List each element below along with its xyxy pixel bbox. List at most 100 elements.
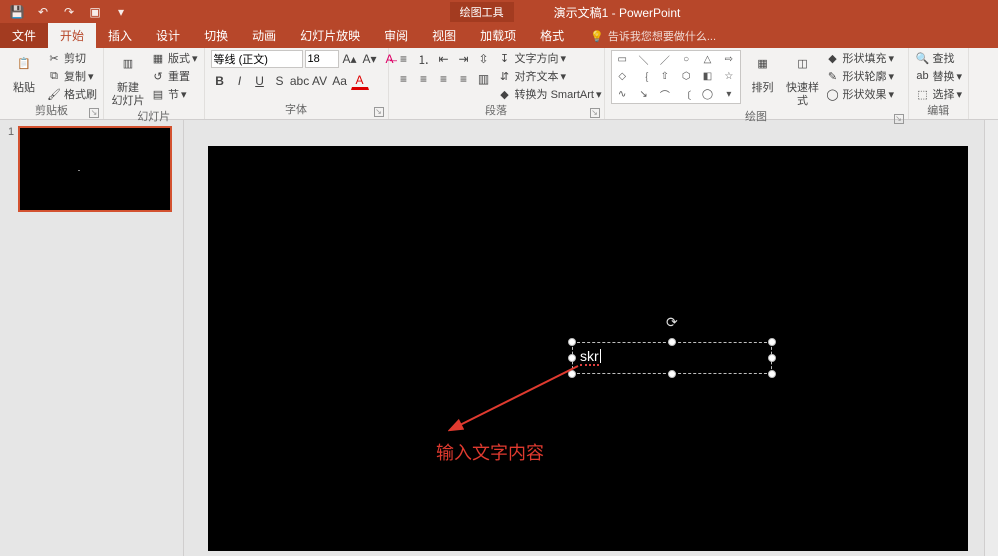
shape-effects-button[interactable]: ◯形状效果▾ (825, 86, 895, 102)
resize-handle-nw[interactable] (568, 338, 576, 346)
undo-icon: ↶ (38, 5, 48, 19)
font-launcher[interactable]: ↘ (374, 107, 384, 117)
tab-addins[interactable]: 加载项 (468, 23, 528, 48)
font-size-input[interactable] (305, 50, 339, 68)
chevron-down-icon: ▾ (181, 88, 187, 101)
copy-button[interactable]: ⧉复制▾ (46, 68, 97, 84)
resize-handle-n[interactable] (668, 338, 676, 346)
replace-icon: ab (915, 68, 931, 84)
play-icon: ▣ (89, 5, 100, 19)
tab-animations[interactable]: 动画 (240, 23, 288, 48)
shapes-gallery[interactable]: ▭＼／○△⇨ ◇｛⇧⬡◧☆ ∿↘⌒〔◯▾ (611, 50, 741, 104)
shape-diamond-icon: ◇ (612, 68, 633, 85)
select-button[interactable]: ⬚选择▾ (915, 86, 963, 102)
resize-handle-se[interactable] (768, 370, 776, 378)
shape-arrowr-icon: ⇨ (718, 51, 739, 68)
gallery-more-icon[interactable]: ▾ (718, 86, 739, 103)
save-icon: 💾 (10, 5, 25, 19)
tab-insert[interactable]: 插入 (96, 23, 144, 48)
shape-connector-icon: ↘ (633, 86, 654, 103)
group-clipboard: 📋 粘贴 ✂剪切 ⧉复制▾ 🖌格式刷 剪贴板↘ (0, 48, 104, 119)
layout-button[interactable]: ▦版式▾ (150, 50, 198, 66)
redo-icon: ↷ (64, 5, 74, 19)
tab-home[interactable]: 开始 (48, 23, 96, 48)
slide-thumbnail-panel[interactable]: 1 (0, 120, 184, 556)
arrange-button[interactable]: ▦ 排列 (745, 50, 781, 95)
annotation-label: 输入文字内容 (436, 439, 544, 465)
start-from-beginning-button[interactable]: ▣ (84, 2, 106, 22)
change-case-button[interactable]: Aa (331, 72, 349, 90)
font-color-button[interactable]: A (351, 72, 369, 90)
layout-icon: ▦ (150, 50, 166, 66)
align-right-button[interactable]: ≡ (435, 70, 453, 88)
thumbnail-preview[interactable] (18, 126, 172, 212)
shape-line2-icon: ／ (654, 51, 675, 68)
section-button[interactable]: ▤节▾ (150, 86, 198, 102)
tell-me-search[interactable]: 💡 告诉我您想要做什么... (590, 28, 716, 48)
bold-button[interactable]: B (211, 72, 229, 90)
save-button[interactable]: 💾 (6, 2, 28, 22)
increase-indent-button[interactable]: ⇥ (455, 50, 473, 68)
cut-button[interactable]: ✂剪切 (46, 50, 97, 66)
clipboard-launcher[interactable]: ↘ (89, 108, 99, 118)
grow-font-button[interactable]: A▴ (341, 50, 359, 68)
lightbulb-icon: 💡 (590, 30, 604, 43)
shape-fill-button[interactable]: ◆形状填充▾ (825, 50, 895, 66)
paste-button[interactable]: 📋 粘贴 (6, 50, 42, 95)
new-slide-button[interactable]: ▥ 新建 幻灯片 (110, 50, 146, 108)
rotate-handle[interactable]: ⟳ (666, 314, 678, 331)
redo-button[interactable]: ↷ (58, 2, 80, 22)
slide-canvas-area[interactable]: ⟳ skr 输入文字内容 (184, 120, 998, 556)
tab-review[interactable]: 审阅 (372, 23, 420, 48)
quick-access-toolbar: 💾 ↶ ↷ ▣ ▾ (0, 2, 132, 22)
chevron-down-icon: ▾ (192, 52, 198, 65)
strike-button[interactable]: S (271, 72, 289, 90)
align-center-button[interactable]: ≡ (415, 70, 433, 88)
qat-customize-button[interactable]: ▾ (110, 2, 132, 22)
underline-button[interactable]: U (251, 72, 269, 90)
title-bar: 💾 ↶ ↷ ▣ ▾ 绘图工具 演示文稿1 - PowerPoint (0, 0, 998, 24)
font-name-input[interactable] (211, 50, 303, 68)
shrink-font-button[interactable]: A▾ (361, 50, 379, 68)
italic-button[interactable]: I (231, 72, 249, 90)
paste-icon: 📋 (8, 50, 40, 80)
vertical-scrollbar[interactable] (984, 120, 998, 556)
bullets-button[interactable]: ≡ (395, 50, 413, 68)
columns-button[interactable]: ▥ (475, 70, 493, 88)
reset-button[interactable]: ↺重置 (150, 68, 198, 84)
tab-design[interactable]: 设计 (144, 23, 192, 48)
shape-circle-icon: ○ (676, 51, 697, 68)
tell-me-placeholder: 告诉我您想要做什么... (608, 28, 716, 44)
resize-handle-ne[interactable] (768, 338, 776, 346)
paragraph-launcher[interactable]: ↘ (590, 108, 600, 118)
convert-smartart-button[interactable]: ◆转换为 SmartArt▾ (497, 86, 602, 102)
align-text-button[interactable]: ⇵对齐文本▾ (497, 68, 602, 84)
replace-button[interactable]: ab替换▾ (915, 68, 963, 84)
text-direction-button[interactable]: ↧文字方向▾ (497, 50, 602, 66)
shape-bracket-icon: 〔 (676, 86, 697, 103)
shadow-button[interactable]: abc (291, 72, 309, 90)
numbering-button[interactable]: ⒈ (415, 50, 433, 68)
undo-button[interactable]: ↶ (32, 2, 54, 22)
align-left-button[interactable]: ≡ (395, 70, 413, 88)
resize-handle-s[interactable] (668, 370, 676, 378)
tab-file[interactable]: 文件 (0, 23, 48, 48)
tab-transitions[interactable]: 切换 (192, 23, 240, 48)
tab-format[interactable]: 格式 (528, 23, 576, 48)
char-spacing-button[interactable]: AV (311, 72, 329, 90)
tab-slideshow[interactable]: 幻灯片放映 (288, 23, 372, 48)
slide-thumbnail[interactable]: 1 (8, 126, 175, 212)
justify-button[interactable]: ≡ (455, 70, 473, 88)
slide[interactable]: ⟳ skr 输入文字内容 (208, 146, 968, 551)
decrease-indent-button[interactable]: ⇤ (435, 50, 453, 68)
find-button[interactable]: 🔍查找 (915, 50, 963, 66)
thumbnail-number: 1 (8, 126, 14, 212)
format-painter-button[interactable]: 🖌格式刷 (46, 86, 97, 102)
tab-view[interactable]: 视图 (420, 23, 468, 48)
resize-handle-e[interactable] (768, 354, 776, 362)
reset-icon: ↺ (150, 68, 166, 84)
quick-styles-button[interactable]: ◫ 快速样式 (785, 50, 821, 108)
shape-outline-button[interactable]: ✎形状轮廓▾ (825, 68, 895, 84)
line-spacing-button[interactable]: ⇳ (475, 50, 493, 68)
smartart-icon: ◆ (497, 86, 513, 102)
